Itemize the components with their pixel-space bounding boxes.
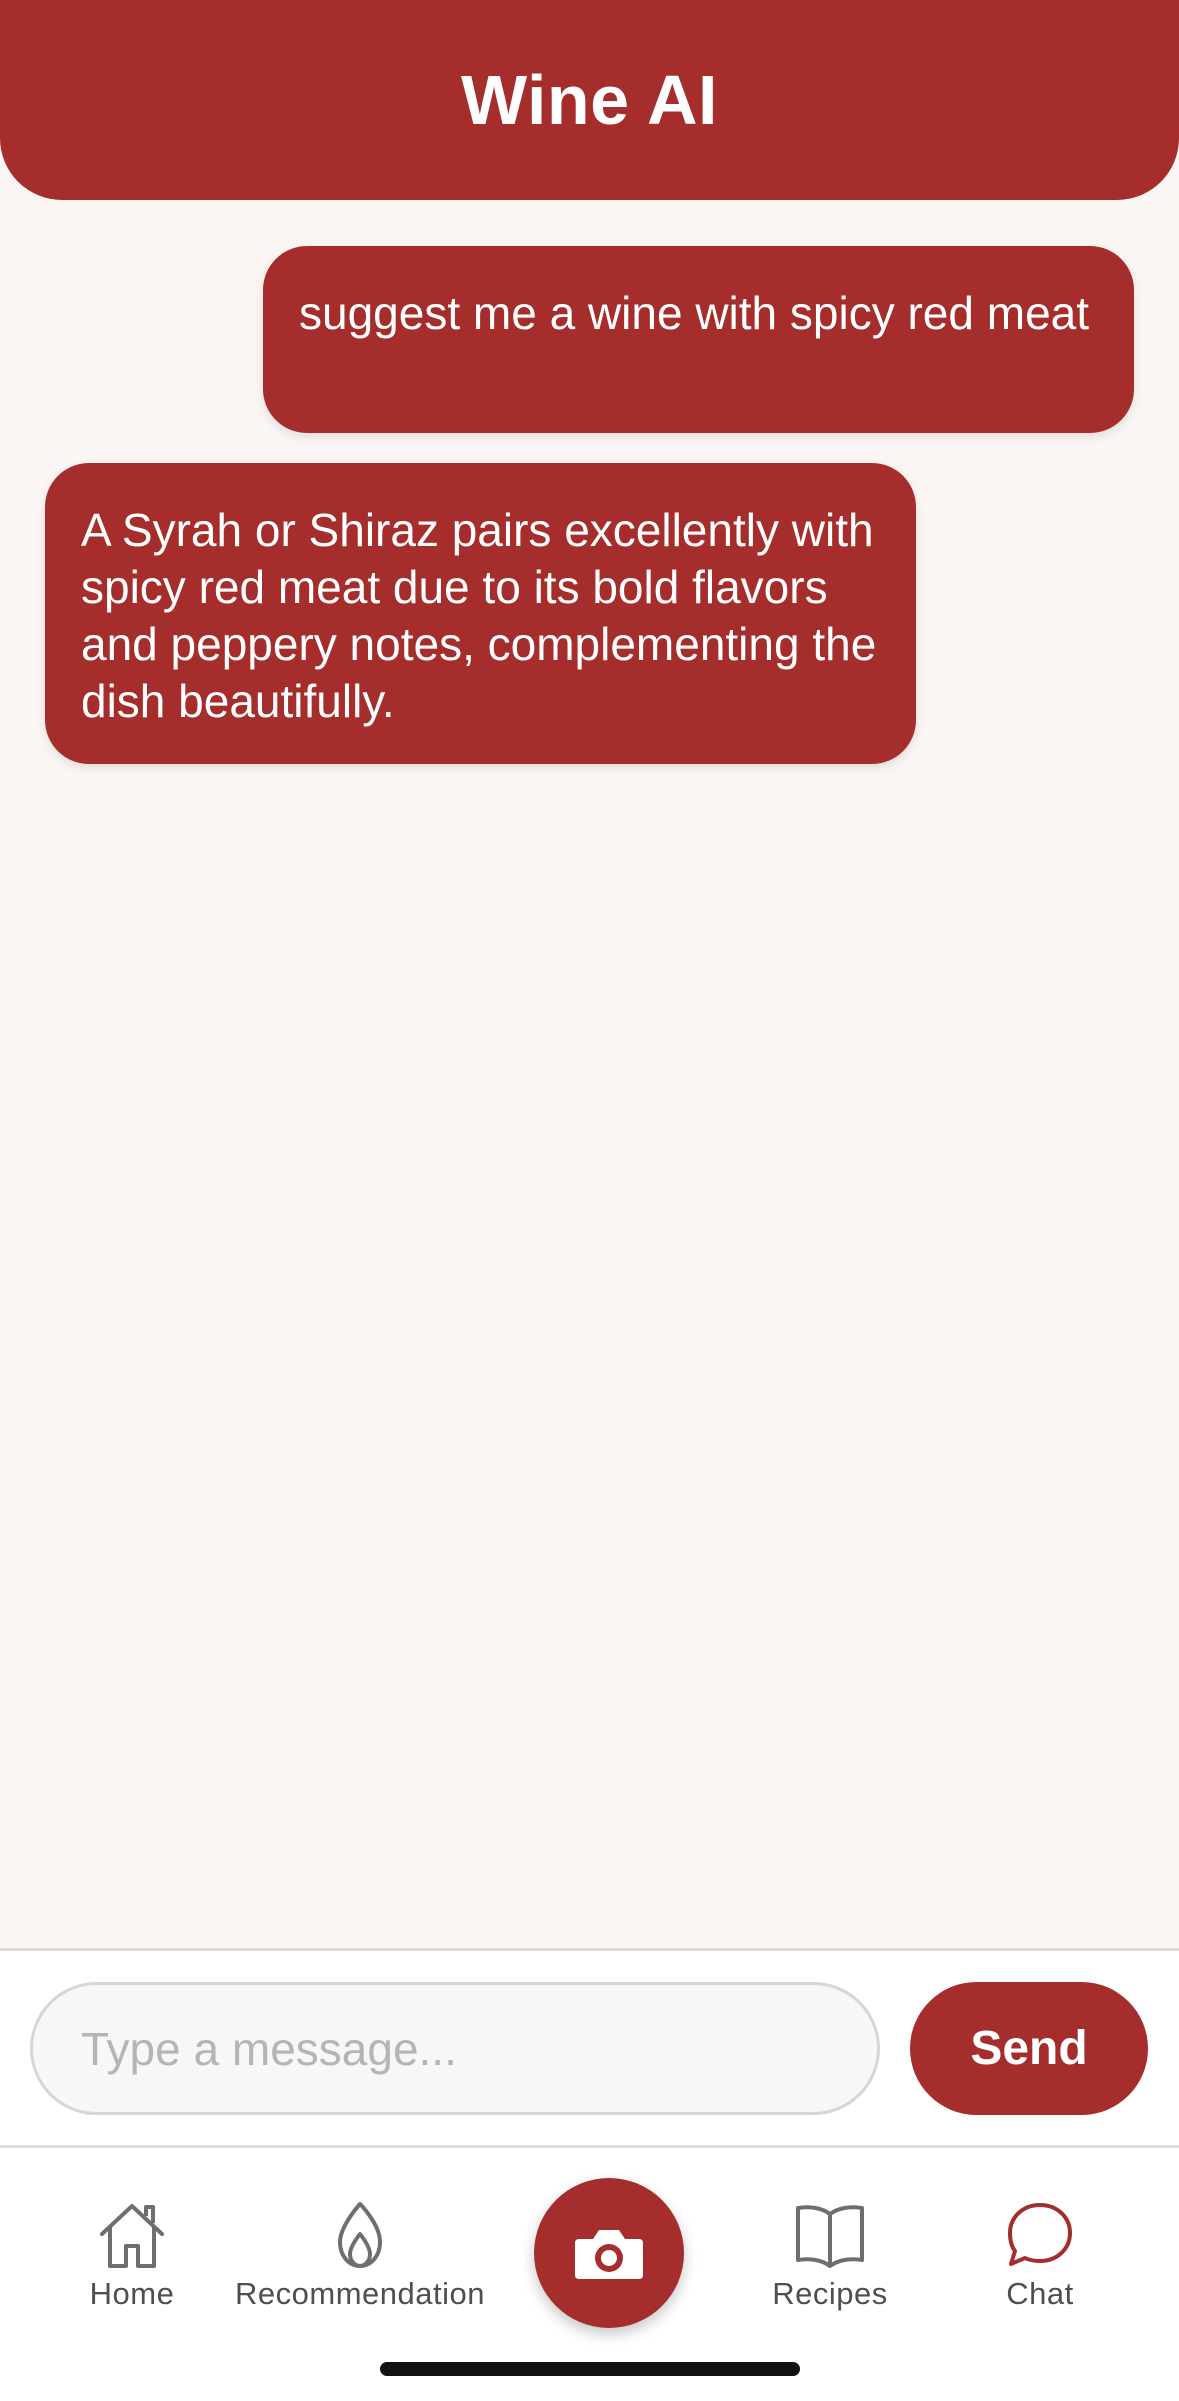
home-icon (100, 2204, 164, 2268)
flame-icon (338, 2202, 382, 2268)
tab-recipes[interactable]: Recipes (760, 2200, 900, 2312)
camera-button[interactable] (534, 2178, 684, 2328)
tab-home-label: Home (89, 2276, 175, 2311)
message-composer: Send (0, 1948, 1179, 2148)
camera-icon (575, 2230, 643, 2279)
page-title: Wine AI (461, 61, 718, 139)
tab-chat-label: Chat (1006, 2276, 1074, 2311)
book-icon (796, 2205, 864, 2268)
chat-screen: Wine AI suggest me a wine with spicy red… (0, 0, 1179, 2401)
tab-recommendation-label: Recommendation (235, 2276, 485, 2311)
message-input[interactable] (30, 1982, 880, 2115)
tab-home[interactable]: Home (72, 2200, 192, 2312)
app-header: Wine AI (0, 0, 1179, 200)
tab-chat[interactable]: Chat (985, 2200, 1095, 2312)
tab-recommendation[interactable]: Recommendation (230, 2200, 490, 2312)
assistant-message-bubble: A Syrah or Shiraz pairs excellently with… (45, 463, 916, 764)
send-button[interactable]: Send (910, 1982, 1148, 2115)
user-message-bubble: suggest me a wine with spicy red meat (263, 246, 1134, 433)
home-indicator (380, 2362, 800, 2376)
tab-recipes-label: Recipes (772, 2276, 888, 2311)
chat-bubble-icon (1008, 2203, 1072, 2266)
